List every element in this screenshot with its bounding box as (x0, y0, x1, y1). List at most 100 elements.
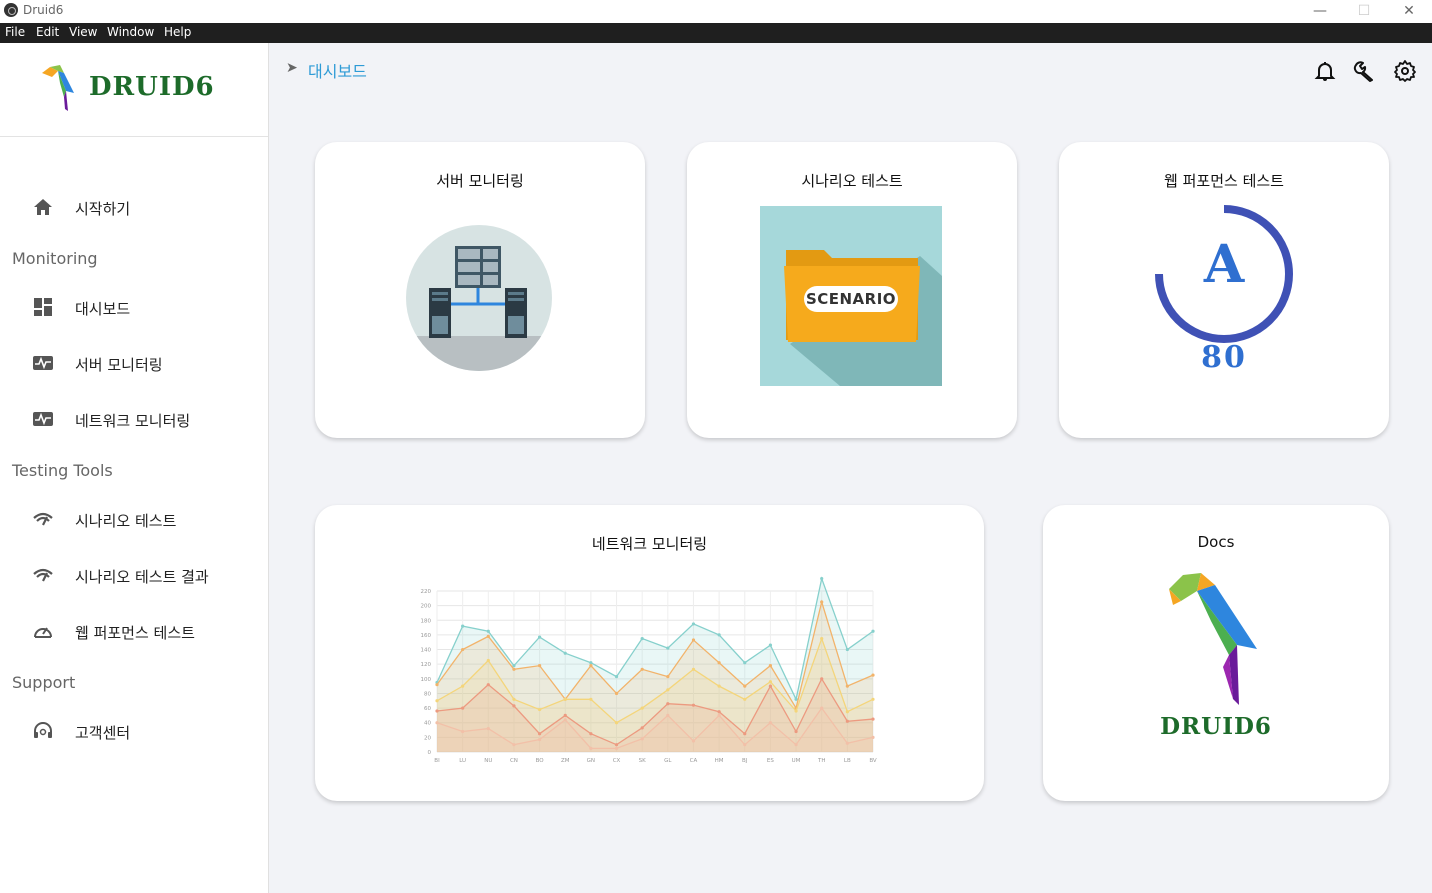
sidebar-item-label: 네트워크 모니터링 (75, 412, 191, 430)
data-point (794, 697, 798, 701)
data-point (486, 683, 490, 687)
data-point (768, 664, 773, 668)
x-tick-label: SK (639, 758, 646, 764)
data-point (820, 636, 824, 641)
data-point (512, 664, 516, 668)
card-title: 네트워크 모니터링 (591, 535, 708, 553)
sidebar-item-scenario[interactable]: 시나리오 테스트 (0, 499, 268, 539)
data-point (871, 697, 875, 701)
y-tick-label: 80 (424, 691, 431, 697)
data-point (461, 684, 465, 688)
sidebar-item-dashboard[interactable]: 대시보드 (0, 287, 268, 327)
data-point (768, 680, 773, 684)
card-title: Docs (1197, 533, 1235, 551)
data-point (640, 636, 644, 641)
sidebar-item-support[interactable]: 고객센터 (0, 711, 268, 751)
data-point (691, 622, 696, 626)
maximize-button[interactable]: ☐ (1341, 0, 1387, 23)
data-point (871, 673, 875, 677)
menu-help[interactable]: Help (164, 25, 191, 39)
monitor-pulse-icon (33, 412, 53, 426)
data-point (461, 706, 465, 710)
wrench-icon[interactable] (1353, 60, 1375, 82)
data-point (537, 732, 542, 736)
data-point (691, 703, 696, 707)
data-point (820, 576, 824, 581)
data-point (589, 664, 593, 668)
signal-icon (33, 568, 53, 582)
menu-view[interactable]: View (69, 25, 97, 39)
y-tick-label: 100 (421, 677, 432, 683)
card-title: 서버 모니터링 (436, 172, 524, 190)
sidebar-item-label: 시작하기 (75, 200, 131, 218)
data-point (435, 721, 439, 725)
menu-file[interactable]: File (5, 25, 25, 39)
data-point (691, 739, 696, 743)
card-title: 시나리오 테스트 (801, 172, 903, 190)
card-server-monitoring[interactable]: 서버 모니터링 (315, 142, 645, 438)
x-tick-label: BO (536, 758, 545, 764)
sidebar-item-scenario-result[interactable]: 시나리오 테스트 결과 (0, 555, 268, 595)
breadcrumb-current[interactable]: 대시보드 (308, 58, 367, 82)
data-point (537, 664, 542, 668)
data-point (717, 633, 721, 637)
brand-wordmark: DRUID6 (89, 72, 215, 102)
brand-logo[interactable]: DRUID6 (0, 43, 268, 137)
sidebar-item-network[interactable]: 네트워크 모니터링 (0, 399, 268, 439)
y-tick-label: 40 (424, 721, 431, 727)
sidebar-item-label: 고객센터 (75, 724, 131, 742)
sidebar-item-home[interactable]: 시작하기 (0, 187, 268, 227)
data-point (691, 638, 696, 642)
card-network-monitoring[interactable]: 네트워크 모니터링 0 20 40 60 80 100 120 140 160 180 200 220… (315, 505, 984, 801)
x-tick-label: CN (510, 758, 518, 764)
data-point (589, 732, 593, 736)
card-scenario-test[interactable]: 시나리오 테스트 SCENARIO (687, 142, 1017, 438)
data-point (820, 600, 824, 604)
data-point (717, 661, 721, 665)
data-point (640, 706, 644, 710)
card-web-performance[interactable]: 웹 퍼포먼스 테스트 A 80 (1059, 142, 1389, 438)
section-support: Support (12, 673, 76, 692)
sidebar-item-label: 대시보드 (75, 300, 131, 318)
data-point (666, 688, 670, 692)
data-point (486, 634, 490, 638)
section-testing-tools: Testing Tools (12, 461, 113, 480)
data-point (512, 697, 516, 701)
app-icon (4, 3, 18, 17)
data-point (563, 697, 567, 701)
headset-icon (34, 722, 52, 738)
close-button[interactable]: ✕ (1386, 0, 1432, 23)
minimize-button[interactable]: — (1297, 0, 1343, 23)
monitor-pulse-icon (33, 356, 53, 370)
data-point (717, 713, 721, 718)
data-point (435, 683, 439, 687)
sidebar-item-webperf[interactable]: 웹 퍼포먼스 테스트 (0, 611, 268, 651)
data-point (717, 710, 721, 714)
data-point (486, 726, 490, 731)
data-point (614, 691, 619, 696)
gear-icon[interactable] (1394, 60, 1416, 82)
y-tick-label: 120 (421, 662, 432, 668)
x-tick-label: BI (434, 758, 440, 764)
menu-window[interactable]: Window (107, 25, 154, 39)
y-tick-label: 20 (424, 735, 431, 741)
sidebar-item-server[interactable]: 서버 모니터링 (0, 343, 268, 383)
data-point (768, 643, 773, 647)
y-tick-label: 60 (424, 706, 431, 712)
data-point (666, 646, 670, 650)
y-tick-label: 220 (421, 589, 432, 595)
data-point (845, 710, 849, 714)
sidebar-item-label: 웹 퍼포먼스 테스트 (75, 624, 195, 642)
data-point (794, 743, 798, 747)
window-title: Druid6 (23, 3, 64, 17)
bell-icon[interactable] (1314, 60, 1336, 82)
data-point (666, 702, 670, 706)
menu-edit[interactable]: Edit (36, 25, 59, 39)
data-point (640, 726, 644, 730)
card-docs[interactable]: Docs DRUID6 (1043, 505, 1389, 801)
data-point (743, 697, 747, 701)
x-tick-label: GL (664, 758, 672, 764)
dashboard-icon (34, 298, 52, 316)
data-point (537, 737, 542, 742)
breadcrumb-arrow-icon: ➤ (286, 60, 298, 76)
